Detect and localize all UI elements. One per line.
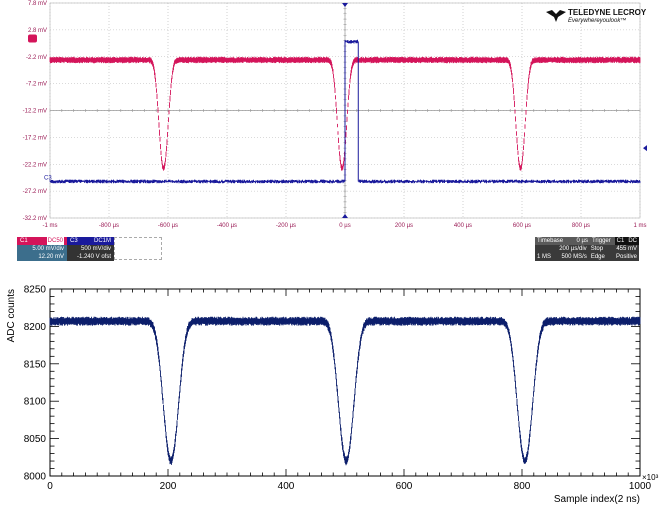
channel-3-vdiv: 500 mV/div (67, 245, 114, 253)
scope-xtick-label: -200 µs (276, 223, 296, 229)
root-xtick-label: 0 (47, 481, 53, 492)
brand-tagline: Everywhereyoulook™ (568, 18, 627, 24)
scope-xtick-label: 0 µs (339, 223, 350, 229)
scope-xtick-label: 200 µs (395, 223, 413, 229)
x-axis-multiplier: ×10³ (642, 473, 659, 482)
adc-trace (49, 316, 641, 466)
trigger-slope: Positive (615, 254, 637, 260)
trigger-mode: Stop (590, 246, 604, 252)
channel-3-offset: -1.240 V ofst (67, 253, 114, 261)
trigger-channel: C1 (614, 237, 627, 245)
channel-3-descriptor[interactable]: C3 DC1M 500 mV/div -1.240 V ofst (67, 237, 114, 261)
scope-xtick-label: 1 ms (633, 223, 646, 229)
channel-1-vdiv: 5.00 mV/div (17, 245, 67, 253)
scope-xtick-label: 800 µs (572, 223, 590, 229)
scope-plot: 7.8 mV 2.8 mV -2.2 mV -7.2 mV -12.2 mV -17.2 … (23, 1, 647, 229)
root-xtick-label: 1000 (629, 481, 652, 492)
scope-ytick-label: -2.2 mV (26, 55, 47, 61)
trigger-level: 455 mV (616, 246, 637, 252)
channel-3-coupling: DC1M (93, 238, 111, 244)
root-ytick-label: 8050 (24, 434, 47, 445)
channel-3-tag: C3 (70, 238, 78, 244)
timebase-tdiv: 200 µs/div (559, 246, 587, 252)
root-ytick-label: 8150 (24, 359, 47, 370)
scope-ytick-label: -12.2 mV (23, 109, 47, 115)
root-ytick-label: 8100 (24, 397, 47, 408)
trigger-level-marker (643, 145, 647, 152)
scope-xtick-label: 600 µs (513, 223, 531, 229)
scope-ytick-label: 7.8 mV (28, 1, 47, 7)
brand-name: TELEDYNE LECROY (568, 8, 647, 17)
channel-1-offset: 12.20 mV (17, 253, 67, 261)
channel-1-tag: C1 (20, 238, 28, 244)
trigger-coupling: DC (626, 237, 639, 245)
empty-channel-slot[interactable] (114, 237, 162, 260)
channel-3-marker-label: C3 (44, 175, 52, 181)
y-axis-title: ADC counts (6, 289, 17, 342)
root-frame (49, 288, 641, 477)
scope-xtick-label: -600 µs (158, 223, 178, 229)
timebase-label: Timebase (537, 238, 564, 244)
scope-ytick-label: 2.8 mV (28, 28, 47, 34)
channel-1-offset-marker (28, 34, 37, 43)
channel-1-coupling: DC50 (46, 237, 64, 245)
scope-ytick-label: -17.2 mV (23, 135, 47, 141)
scope-ytick-label: -7.2 mV (26, 82, 47, 88)
x-axis-title: Sample index(2 ns) (554, 494, 640, 505)
scope-xtick-label: -400 µs (217, 223, 237, 229)
scope-ytick-label: -22.2 mV (23, 162, 47, 168)
root-ytick-label: 8200 (24, 322, 47, 333)
scope-xtick-label: 400 µs (454, 223, 472, 229)
scope-ytick-label: -32.2 mV (23, 216, 47, 222)
channel-1-descriptor[interactable]: C1 DC50 5.00 mV/div 12.20 mV (17, 237, 67, 261)
trigger-label: Trigger (591, 238, 611, 244)
scope-xtick-label: -1 ms (43, 223, 58, 229)
timebase-delay: 0 µs (576, 238, 588, 244)
timebase-rate: 500 MS/s (561, 254, 587, 260)
timebase-trigger-panel[interactable]: Timebase 0 µs Trigger C1 DC 200 µs/div S… (535, 237, 639, 261)
root-ytick-label: 8000 (24, 472, 47, 483)
root-ytick-label: 8250 (24, 285, 47, 296)
trigger-type: Edge (590, 254, 605, 260)
root-xtick-label: 800 (514, 481, 531, 492)
scope-xtick-label: -800 µs (99, 223, 119, 229)
teledyne-lecroy-logo: TELEDYNE LECROY Everywhereyoulook™ (546, 7, 656, 27)
timebase-points: 1 MS (537, 254, 552, 260)
root-xtick-label: 200 (160, 481, 177, 492)
trigger-position-marker-top (342, 3, 348, 7)
scope-ytick-label: -27.2 mV (23, 189, 47, 195)
eagle-logo-icon (546, 10, 566, 22)
root-xtick-label: 600 (396, 481, 413, 492)
trigger-position-marker-bottom (342, 214, 348, 218)
root-xtick-label: 400 (278, 481, 295, 492)
